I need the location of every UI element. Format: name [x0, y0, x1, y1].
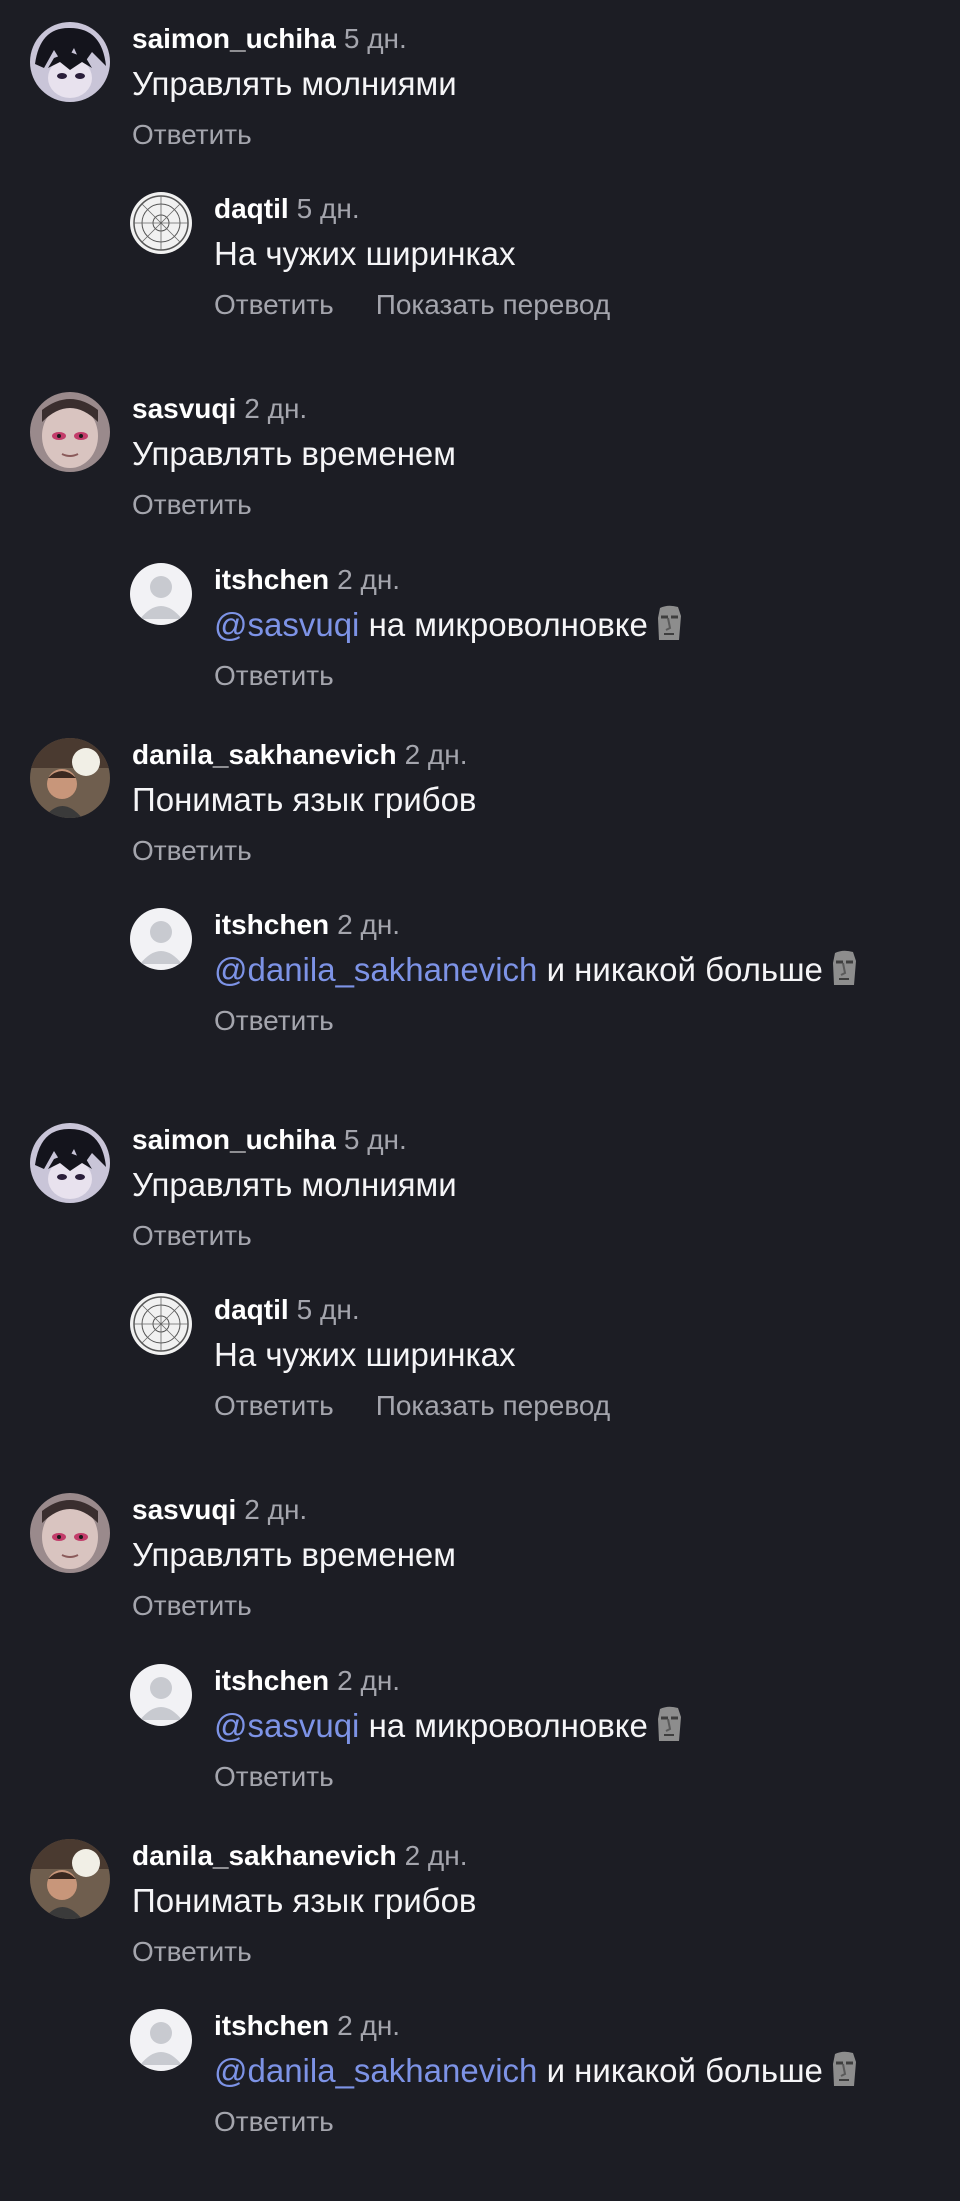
- comment-text: На чужих ширинках: [214, 1336, 516, 1373]
- comment-text: Управлять молниями: [132, 1166, 457, 1203]
- username[interactable]: itshchen: [214, 1665, 329, 1696]
- default-user-avatar-icon[interactable]: [130, 563, 192, 625]
- reply-button[interactable]: Ответить: [214, 1760, 334, 1794]
- timestamp: 2 дн.: [337, 1665, 401, 1696]
- default-user-avatar-icon[interactable]: [130, 1664, 192, 1726]
- timestamp: 2 дн.: [337, 564, 401, 595]
- photo-avatar-icon[interactable]: [30, 738, 110, 818]
- reply-button[interactable]: Ответить: [132, 1219, 252, 1253]
- moai-emoji-icon: [657, 605, 681, 640]
- reply-button[interactable]: Ответить: [214, 2105, 334, 2139]
- comment-text: Управлять временем: [132, 435, 456, 472]
- timestamp: 2 дн.: [244, 393, 308, 424]
- timestamp: 5 дн.: [343, 1124, 407, 1155]
- timestamp: 2 дн.: [244, 1494, 308, 1525]
- username[interactable]: danila_sakhanevich: [132, 739, 397, 770]
- default-user-avatar-icon[interactable]: [130, 908, 192, 970]
- anime-avatar-icon[interactable]: [30, 22, 110, 102]
- timestamp: 5 дн.: [296, 1294, 360, 1325]
- timestamp: 2 дн.: [337, 2010, 401, 2041]
- comment-text: Управлять молниями: [132, 65, 457, 102]
- reply-button[interactable]: Ответить: [132, 1589, 252, 1623]
- moai-emoji-icon: [657, 1706, 681, 1741]
- show-translation-button[interactable]: Показать перевод: [376, 288, 611, 322]
- astrology-chart-avatar-icon[interactable]: [130, 192, 192, 254]
- username[interactable]: itshchen: [214, 909, 329, 940]
- mention-link[interactable]: @danila_sakhanevich: [214, 2052, 537, 2089]
- reply-button[interactable]: Ответить: [132, 1935, 252, 1969]
- astrology-chart-avatar-icon[interactable]: [130, 1293, 192, 1355]
- timestamp: 2 дн.: [404, 1840, 468, 1871]
- default-user-avatar-icon[interactable]: [130, 2009, 192, 2071]
- anime-avatar-icon[interactable]: [30, 1123, 110, 1203]
- face-avatar-icon[interactable]: [30, 392, 110, 472]
- comment-text: На чужих ширинках: [214, 235, 516, 272]
- reply-button[interactable]: Ответить: [214, 1389, 334, 1423]
- timestamp: 5 дн.: [343, 23, 407, 54]
- reply-button[interactable]: Ответить: [132, 118, 252, 152]
- moai-emoji-icon: [832, 950, 856, 985]
- reply-button[interactable]: Ответить: [214, 288, 334, 322]
- photo-avatar-icon[interactable]: [30, 1839, 110, 1919]
- mention-link[interactable]: @danila_sakhanevich: [214, 951, 537, 988]
- mention-link[interactable]: @sasvuqi: [214, 606, 359, 643]
- comments-section: saimon_uchiha 5 дн. Управлять молниями От…: [0, 0, 960, 1100]
- moai-emoji-icon: [832, 2051, 856, 2086]
- comment-text: Управлять временем: [132, 1536, 456, 1573]
- comment-text: Понимать язык грибов: [132, 1882, 477, 1919]
- timestamp: 2 дн.: [337, 909, 401, 940]
- mention-link[interactable]: @sasvuqi: [214, 1707, 359, 1744]
- show-translation-button[interactable]: Показать перевод: [376, 1389, 611, 1423]
- timestamp: 2 дн.: [404, 739, 468, 770]
- comment-text: и никакой больше: [546, 951, 823, 988]
- comments-section: saimon_uchiha 5 дн. Управлять молниями От…: [0, 1101, 960, 2201]
- username[interactable]: itshchen: [214, 2010, 329, 2041]
- comment-text: на микроволновке: [368, 1707, 648, 1744]
- username[interactable]: danila_sakhanevich: [132, 1840, 397, 1871]
- reply-button[interactable]: Ответить: [214, 659, 334, 693]
- comment-text: Понимать язык грибов: [132, 781, 477, 818]
- username[interactable]: saimon_uchiha: [132, 1124, 336, 1155]
- username[interactable]: itshchen: [214, 564, 329, 595]
- reply-button[interactable]: Ответить: [214, 1004, 334, 1038]
- username[interactable]: daqtil: [214, 193, 289, 224]
- username[interactable]: sasvuqi: [132, 393, 236, 424]
- face-avatar-icon[interactable]: [30, 1493, 110, 1573]
- reply-button[interactable]: Ответить: [132, 488, 252, 522]
- reply-button[interactable]: Ответить: [132, 834, 252, 868]
- timestamp: 5 дн.: [296, 193, 360, 224]
- comment-text: на микроволновке: [368, 606, 648, 643]
- username[interactable]: saimon_uchiha: [132, 23, 336, 54]
- username[interactable]: daqtil: [214, 1294, 289, 1325]
- comment-text: и никакой больше: [546, 2052, 823, 2089]
- username[interactable]: sasvuqi: [132, 1494, 236, 1525]
